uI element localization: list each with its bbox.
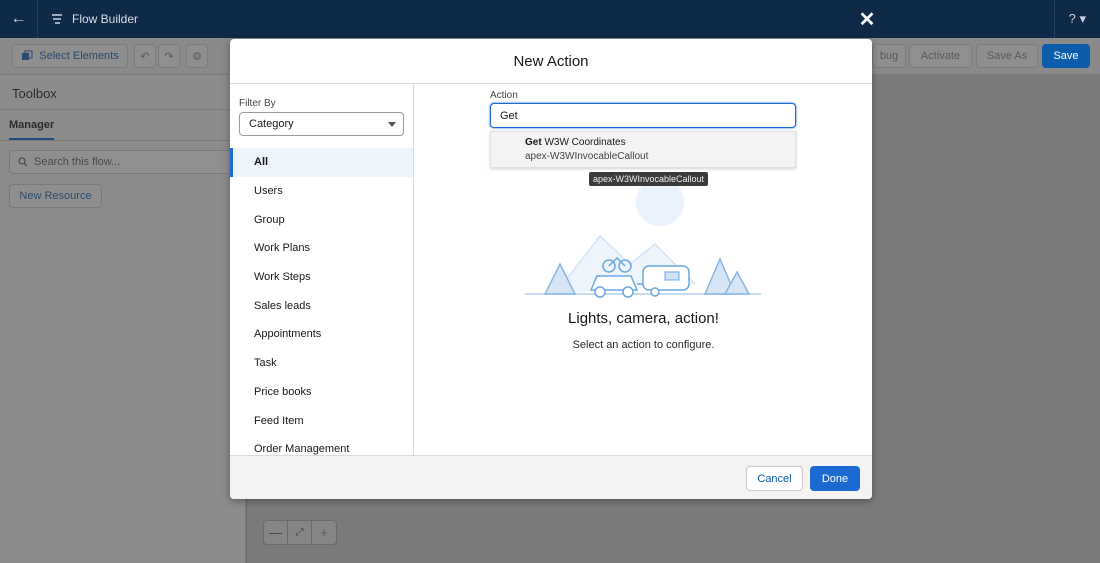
divider xyxy=(0,109,246,110)
category-item-work-plans[interactable]: Work Plans xyxy=(230,234,413,263)
category-label: All xyxy=(254,156,269,169)
app-header: ← Flow Builder ? ▾ xyxy=(0,0,1100,38)
action-search-input[interactable]: Get xyxy=(490,103,796,128)
category-item-price-books[interactable]: Price books xyxy=(230,378,413,407)
category-label: Sales leads xyxy=(254,299,311,312)
gear-icon[interactable]: ⚙ xyxy=(186,44,208,68)
suggestion-match: Get xyxy=(525,137,542,148)
activate-button[interactable]: Activate xyxy=(909,44,972,68)
debug-button[interactable]: bug xyxy=(872,44,906,68)
empty-state-title: Lights, camera, action! xyxy=(568,310,719,327)
chevron-down-icon: ▾ xyxy=(1079,11,1086,26)
save-as-label: Save As xyxy=(986,50,1028,62)
toolbox-title: Toolbox xyxy=(12,86,57,101)
modal-title: New Action xyxy=(513,52,589,70)
new-resource-button[interactable]: New Resource xyxy=(9,184,102,208)
category-item-group[interactable]: Group xyxy=(230,205,413,234)
back-arrow-icon[interactable]: ← xyxy=(0,0,38,38)
category-label: Order Management xyxy=(254,443,350,455)
category-item-work-steps[interactable]: Work Steps xyxy=(230,263,413,292)
debug-label: bug xyxy=(879,50,899,62)
category-label: Users xyxy=(254,185,283,198)
search-placeholder: Search this flow... xyxy=(34,156,121,168)
category-item-feed-item[interactable]: Feed Item xyxy=(230,406,413,435)
category-item-all[interactable]: All xyxy=(230,148,413,177)
tooltip: apex-W3WInvocableCallout xyxy=(589,172,709,186)
flow-icon xyxy=(52,14,62,24)
filter-by-label: Filter By xyxy=(239,98,276,109)
save-as-button[interactable]: Save As xyxy=(976,44,1038,68)
filter-by-value: Category xyxy=(249,118,294,130)
zoom-out-icon[interactable]: — xyxy=(264,521,288,544)
category-item-task[interactable]: Task xyxy=(230,349,413,378)
cancel-label: Cancel xyxy=(757,472,792,485)
undo-icon[interactable]: ↶ xyxy=(134,44,156,68)
save-button[interactable]: Save xyxy=(1042,44,1090,68)
done-label: Done xyxy=(821,472,849,485)
filter-by-select[interactable]: Category xyxy=(239,112,404,136)
category-item-users[interactable]: Users xyxy=(230,177,413,206)
zoom-controls: — ⤢ + xyxy=(263,520,337,545)
suggestion-rest: W3W Coordinates xyxy=(541,137,626,148)
help-menu[interactable]: ? ▾ xyxy=(1069,11,1086,27)
action-input-value: Get xyxy=(500,109,518,122)
app-title: Flow Builder xyxy=(72,12,139,26)
toolbox-panel: Toolbox Manager Search this flow... New … xyxy=(0,75,246,563)
modal-body: Filter By Category All Users Group Work … xyxy=(230,84,872,455)
done-button[interactable]: Done xyxy=(810,466,860,491)
category-item-sales-leads[interactable]: Sales leads xyxy=(230,291,413,320)
search-input[interactable]: Search this flow... xyxy=(9,150,239,174)
new-resource-label: New Resource xyxy=(19,190,92,202)
select-elements-button[interactable]: Select Elements xyxy=(12,44,128,68)
category-list: All Users Group Work Plans Work Steps Sa… xyxy=(230,148,413,455)
divider xyxy=(0,140,246,141)
category-label: Task xyxy=(254,357,277,370)
suggestion-title: Get W3W Coordinates xyxy=(525,137,626,148)
help-label: ? xyxy=(1068,11,1076,26)
action-suggestion-option[interactable]: Get W3W Coordinates apex-W3WInvocableCal… xyxy=(490,131,796,168)
caret-down-icon xyxy=(388,122,396,127)
category-label: Work Plans xyxy=(254,242,311,255)
fit-view-icon[interactable]: ⤢ xyxy=(288,521,312,544)
select-icon xyxy=(22,50,33,60)
new-action-modal: New Action Filter By Category All Users … xyxy=(230,39,872,499)
suggestion-subtitle: apex-W3WInvocableCallout xyxy=(525,151,649,162)
category-label: Group xyxy=(254,213,285,226)
category-item-appointments[interactable]: Appointments xyxy=(230,320,413,349)
header-divider xyxy=(1054,0,1055,38)
zoom-in-icon[interactable]: + xyxy=(312,521,336,544)
category-label: Feed Item xyxy=(254,414,304,427)
cancel-button[interactable]: Cancel xyxy=(746,466,803,491)
modal-header: New Action xyxy=(230,39,872,84)
activate-label: Activate xyxy=(920,50,961,62)
category-sidebar: Filter By Category All Users Group Work … xyxy=(230,84,414,455)
action-panel: Action Get Get W3W Coordinates apex-W3WI… xyxy=(415,84,872,455)
select-elements-label: Select Elements xyxy=(39,50,119,62)
modal-footer: Cancel Done xyxy=(230,455,872,499)
empty-state-subtitle: Select an action to configure. xyxy=(572,339,715,351)
search-icon xyxy=(18,157,28,167)
category-item-order-management[interactable]: Order Management xyxy=(230,435,413,455)
tab-manager[interactable]: Manager xyxy=(9,119,55,140)
redo-icon[interactable]: ↷ xyxy=(158,44,180,68)
close-icon[interactable]: ✕ xyxy=(857,10,877,30)
empty-state-illustration xyxy=(525,184,761,298)
category-label: Appointments xyxy=(254,328,322,341)
category-label: Price books xyxy=(254,385,312,398)
save-label: Save xyxy=(1053,50,1079,62)
action-label: Action xyxy=(490,90,518,101)
category-label: Work Steps xyxy=(254,271,311,284)
